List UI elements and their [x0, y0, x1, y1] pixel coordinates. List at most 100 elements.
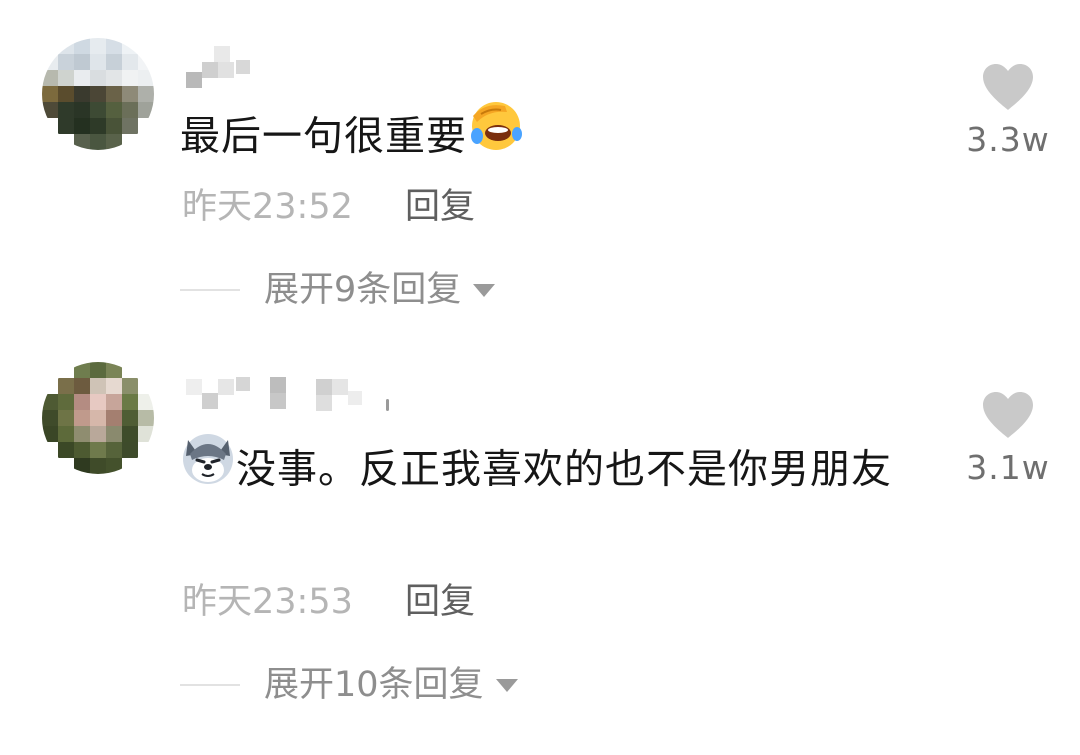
avatar-pixel: [74, 378, 90, 394]
divider-line: [180, 289, 240, 291]
avatar-pixel: [122, 442, 138, 458]
avatar-pixel: [90, 394, 106, 410]
avatar[interactable]: [42, 38, 154, 150]
avatar-pixel: [138, 394, 154, 410]
avatar-pixel: [42, 118, 58, 134]
avatar-pixel: [138, 362, 154, 378]
avatar-pixel: [122, 86, 138, 102]
avatar-pixel: [138, 426, 154, 442]
comment-timestamp: 昨天23:53: [182, 582, 353, 622]
avatar-pixel: [106, 442, 122, 458]
avatar-pixel: [58, 458, 74, 474]
avatar-pixel: [58, 394, 74, 410]
avatar-pixel: [74, 54, 90, 70]
avatar-pixel: [42, 134, 58, 150]
avatar-pixel: [90, 54, 106, 70]
avatar-pixel: [122, 70, 138, 86]
husky-dog-icon: [180, 430, 236, 505]
like-count: 3.3w: [966, 120, 1050, 159]
avatar-pixel: [74, 118, 90, 134]
comment-item: 最后一句很重要 昨天23:52 回复 展开9条回复 3.3w: [0, 0, 1080, 350]
avatar-pixel: [122, 38, 138, 54]
avatar-pixel: [106, 86, 122, 102]
avatar-pixel: [42, 410, 58, 426]
avatar-pixel: [58, 442, 74, 458]
avatar-pixel: [122, 102, 138, 118]
avatar-pixel: [90, 118, 106, 134]
avatar-pixel: [42, 362, 58, 378]
avatar-pixel: [90, 458, 106, 474]
avatar-pixel: [122, 134, 138, 150]
avatar-pixel: [42, 70, 58, 86]
avatar-pixel: [74, 410, 90, 426]
avatar-pixel: [58, 118, 74, 134]
avatar-pixel: [42, 426, 58, 442]
avatar-pixel: [106, 394, 122, 410]
username-pixelated[interactable]: [186, 375, 406, 419]
avatar-pixel: [122, 458, 138, 474]
reply-button[interactable]: 回复: [405, 185, 475, 229]
avatar-pixel: [138, 134, 154, 150]
like-count: 3.1w: [966, 448, 1050, 487]
avatar-pixel: [106, 118, 122, 134]
avatar-pixel: [106, 410, 122, 426]
avatar-pixel: [106, 70, 122, 86]
avatar-pixel: [90, 70, 106, 86]
avatar-pixel: [138, 54, 154, 70]
avatar-pixel: [42, 86, 58, 102]
avatar-pixel: [58, 86, 74, 102]
avatar-pixel: [90, 38, 106, 54]
avatar-pixel: [42, 102, 58, 118]
avatar-pixel: [106, 38, 122, 54]
avatar-pixel: [74, 38, 90, 54]
avatar-pixel: [74, 102, 90, 118]
avatar-pixel: [90, 134, 106, 150]
avatar-pixel: [58, 426, 74, 442]
avatar-pixel: [58, 378, 74, 394]
avatar-pixel: [122, 54, 138, 70]
comment-text: 最后一句很重要: [180, 100, 925, 177]
comment-text-content: 最后一句很重要: [180, 113, 467, 160]
like-button[interactable]: 3.1w: [960, 390, 1056, 488]
avatar-pixel: [90, 86, 106, 102]
avatar-pixel: [74, 442, 90, 458]
comment-timestamp: 昨天23:52: [182, 187, 353, 227]
avatar-pixel: [74, 86, 90, 102]
avatar-pixel: [90, 426, 106, 442]
avatar[interactable]: [42, 362, 154, 474]
chevron-down-icon: [495, 678, 518, 692]
reply-button[interactable]: 回复: [405, 580, 475, 624]
avatar-pixel: [74, 426, 90, 442]
avatar-pixel: [42, 38, 58, 54]
avatar-pixel: [74, 394, 90, 410]
avatar-pixel: [138, 442, 154, 458]
avatar-pixel: [122, 426, 138, 442]
divider-line: [180, 684, 240, 686]
avatar-pixel: [106, 362, 122, 378]
avatar-pixel: [138, 410, 154, 426]
avatar-pixel: [138, 86, 154, 102]
expand-replies-button[interactable]: 展开9条回复: [180, 268, 496, 312]
avatar-pixel: [122, 394, 138, 410]
avatar-pixel: [42, 442, 58, 458]
avatar-pixel: [58, 410, 74, 426]
avatar-pixel: [74, 134, 90, 150]
avatar-pixel: [106, 458, 122, 474]
avatar-pixel: [138, 102, 154, 118]
avatar-pixel: [74, 362, 90, 378]
expand-replies-button[interactable]: 展开10条回复: [180, 663, 518, 707]
comment-text: 没事。反正我喜欢的也不是你男朋友: [180, 434, 925, 509]
expand-replies-label: 展开9条回复: [264, 270, 462, 310]
username-pixelated[interactable]: [186, 42, 406, 88]
avatar-pixel: [122, 410, 138, 426]
avatar-pixel: [90, 378, 106, 394]
avatar-pixel: [42, 378, 58, 394]
avatar-pixel: [122, 362, 138, 378]
avatar-pixel: [106, 54, 122, 70]
comment-item: 没事。反正我喜欢的也不是你男朋友 昨天23:53 回复 展开10条回复 3.1w: [0, 350, 1080, 755]
avatar-pixel: [58, 102, 74, 118]
avatar-pixel: [58, 38, 74, 54]
avatar-pixel: [74, 70, 90, 86]
avatar-pixel: [138, 70, 154, 86]
like-button[interactable]: 3.3w: [960, 62, 1056, 160]
